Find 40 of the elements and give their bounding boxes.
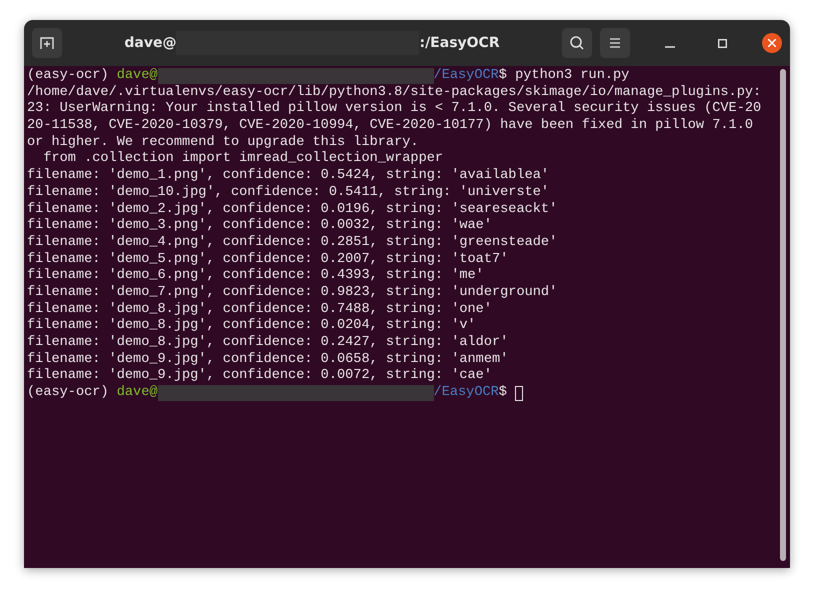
output-line: filename: 'demo_6.png', confidence: 0.4393, string: 'me'	[27, 268, 484, 285]
command-text: $	[498, 385, 508, 402]
prompt-user: dave@	[116, 68, 158, 85]
output-line: filename: 'demo_8.jpg', confidence: 0.0204, string: 'v'	[27, 318, 476, 335]
prompt-env: (easy-ocr)	[27, 68, 110, 85]
prompt-path: /EasyOCR	[434, 385, 499, 402]
output-line: filename: 'demo_1.png', confidence: 0.5424, string: 'availablea'	[27, 168, 550, 185]
search-icon	[569, 35, 585, 51]
window-title: :/EasyOCR	[419, 35, 500, 51]
menu-icon	[609, 37, 621, 49]
prompt-env: (easy-ocr)	[27, 385, 110, 402]
scrollbar-thumb[interactable]	[780, 69, 786, 561]
output-line: 23: UserWarning: Your installed pillow version is < 7.1.0. Several security issues (CVE-20	[27, 101, 762, 118]
window-title: dave@	[124, 35, 176, 51]
prompt-user: dave@	[116, 385, 158, 402]
menu-button[interactable]	[600, 28, 630, 58]
command-text: $ python3 run.py	[498, 68, 630, 85]
output-line: filename: 'demo_2.jpg', confidence: 0.0196, string: 'seareseackt'	[27, 202, 558, 218]
new-tab-button[interactable]	[32, 28, 62, 58]
output-line: or higher. We recommend to upgrade this library.	[27, 134, 419, 151]
output-line: /home/dave/.virtualenvs/easy-ocr/lib/python3.8/site-packages/skimage/io/manage_plugins.py:	[27, 84, 762, 101]
search-button[interactable]	[562, 28, 592, 58]
close-button[interactable]	[762, 33, 782, 53]
output-line: from .collection import imread_collection_wrapper	[42, 151, 444, 168]
output-line: filename: 'demo_7.png', confidence: 0.9823, string: 'underground'	[27, 284, 558, 302]
output-line: filename: 'demo_8.jpg', confidence: 0.7488, string: 'one'	[27, 302, 492, 318]
output-line: filename: 'demo_10.jpg', confidence: 0.5411, string: 'universte'	[27, 184, 550, 202]
output-line: filename: 'demo_3.png', confidence: 0.0032, string: 'wae'	[27, 218, 492, 235]
output-line: filename: 'demo_9.jpg', confidence: 0.0658, string: 'anmem'	[27, 352, 508, 368]
maximize-icon	[718, 38, 726, 48]
output-line: filename: 'demo_9.jpg', confidence: 0.0072, string: 'cae'	[27, 368, 492, 385]
output-line: filename: 'demo_4.png', confidence: 0.2851, string: 'greensteade'	[27, 234, 558, 252]
text-cursor	[515, 386, 524, 401]
output-line: 20-11538, CVE-2020-10379, CVE-2020-10994, CVE-2020-10177) have been fixed in pillow 7.1.0	[27, 118, 754, 135]
prompt-path: /EasyOCR	[434, 68, 499, 85]
close-icon	[768, 39, 776, 47]
output-line: filename: 'demo_5.png', confidence: 0.2007, string: 'toat7'	[27, 252, 508, 268]
minimize-icon	[665, 46, 675, 48]
new-tab-icon	[39, 35, 55, 51]
output-line: filename: 'demo_8.jpg', confidence: 0.2427, string: 'aldor'	[27, 335, 508, 352]
